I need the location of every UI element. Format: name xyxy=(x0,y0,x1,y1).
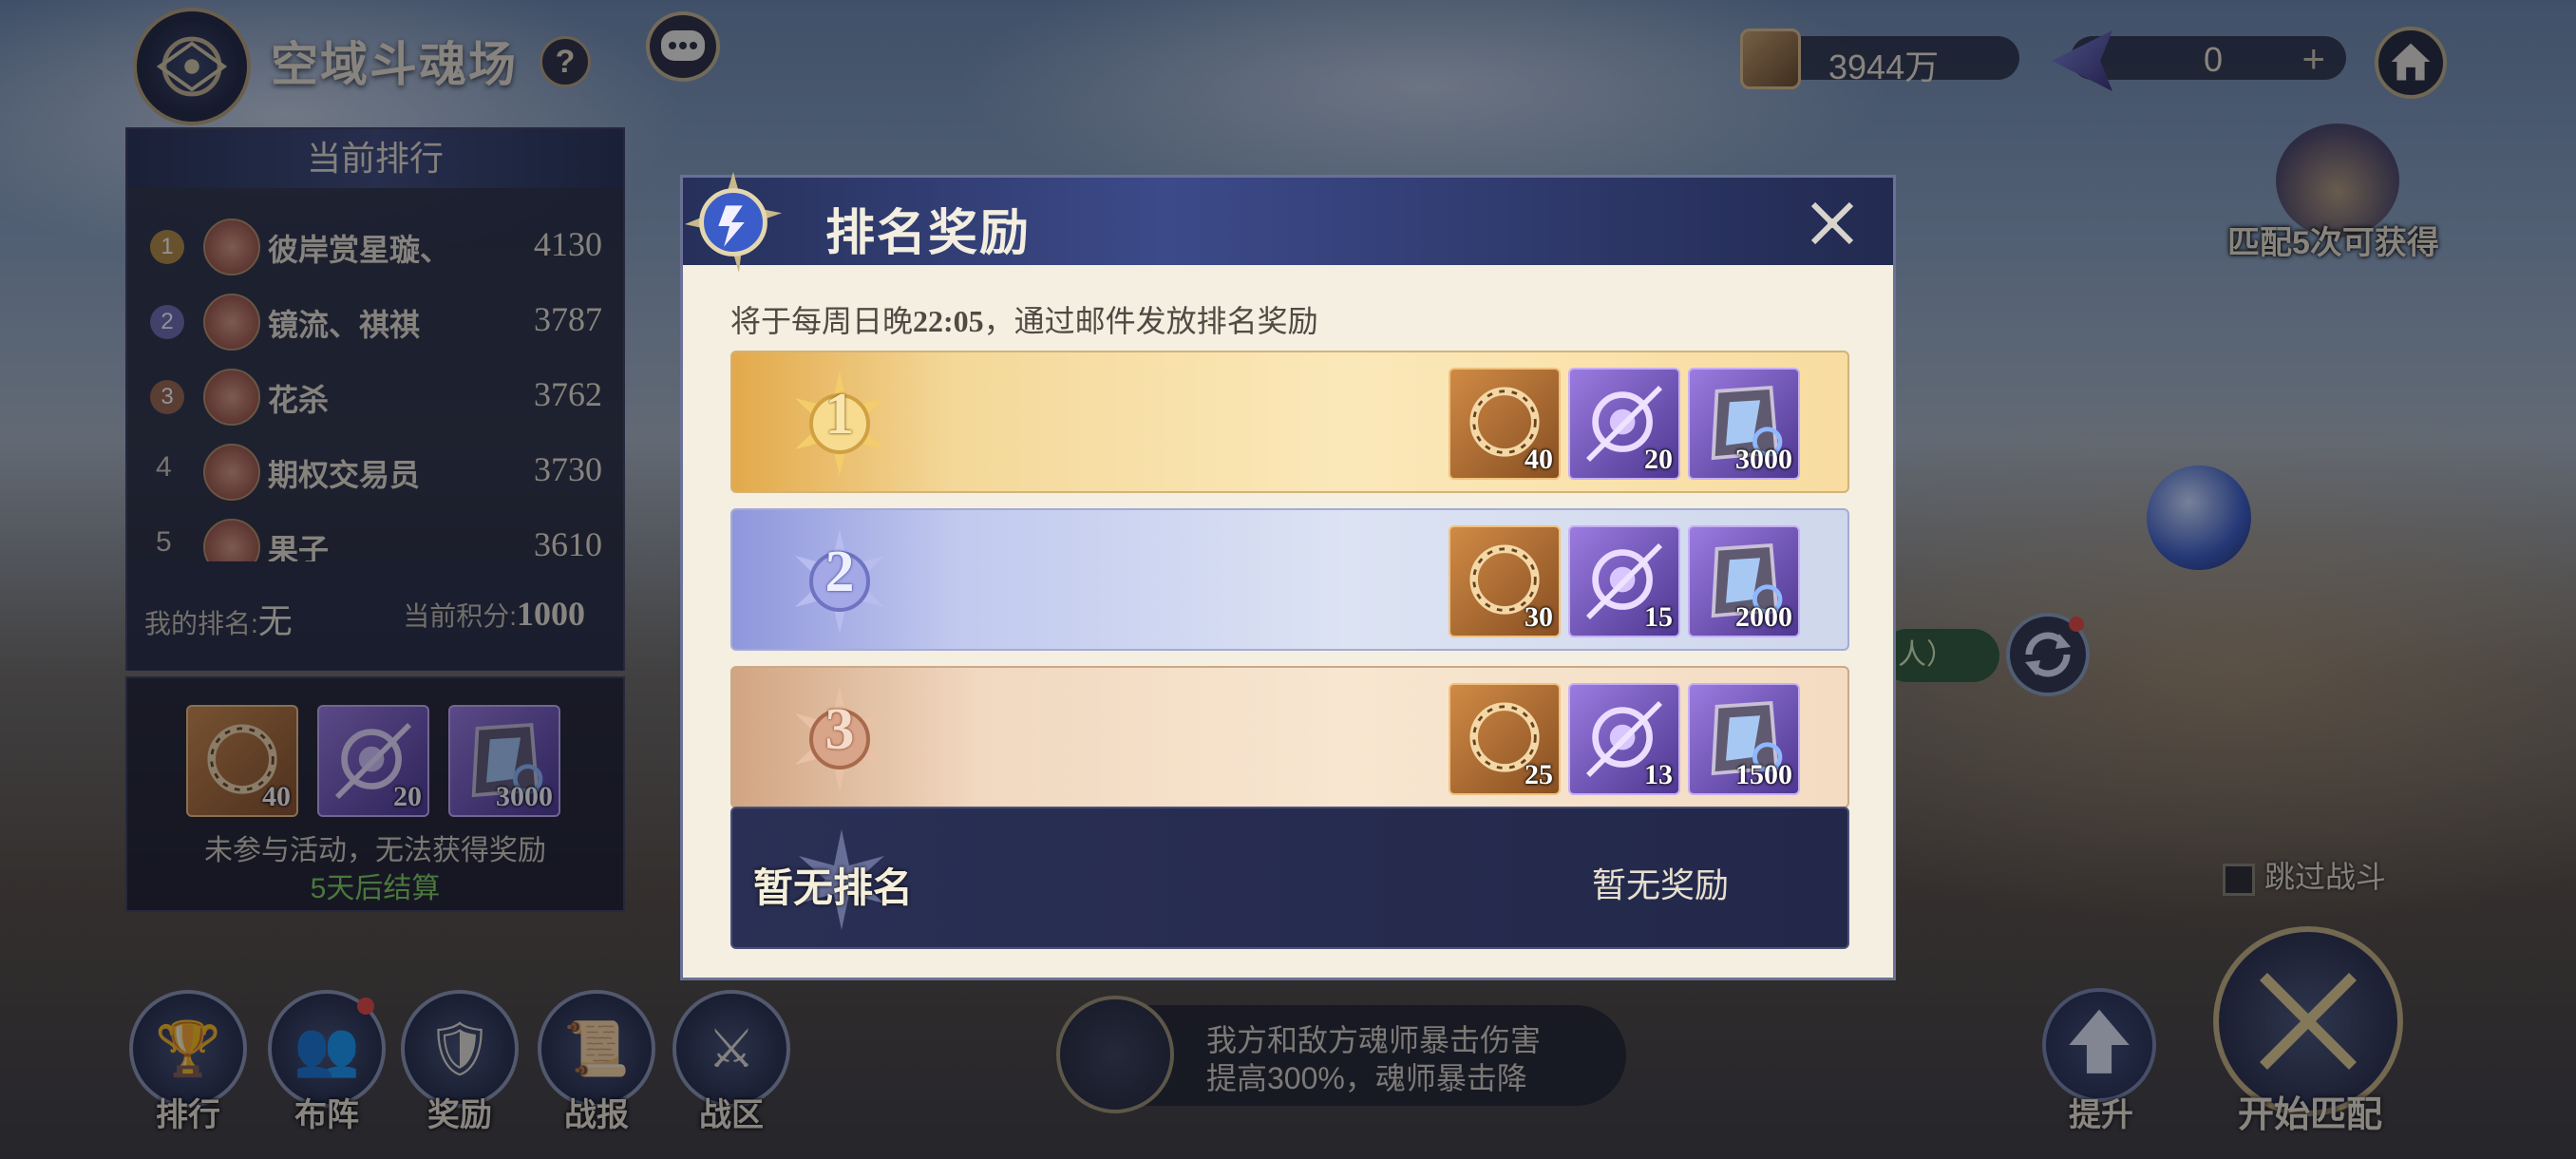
item-quantity: 13 xyxy=(1644,759,1673,790)
item-quantity: 40 xyxy=(1525,444,1553,475)
dialog-header: 排名奖励 xyxy=(683,171,1893,274)
close-button[interactable] xyxy=(1804,195,1861,252)
reward-item[interactable]: 1500 xyxy=(1688,683,1800,795)
dialog-title: 排名奖励 xyxy=(825,206,1032,261)
my-rank-status: 暂无排名 xyxy=(753,865,914,910)
reward-tier-row: 1 40 20 3000 xyxy=(730,351,1849,493)
reward-tier-row: 3 25 13 1500 xyxy=(730,666,1849,808)
rank-reward-dialog: 排名奖励 将于每周日晚22:05，通过邮件发放排名奖励 1 40 20 3000 xyxy=(680,171,1896,980)
reward-item[interactable]: 25 xyxy=(1449,683,1561,795)
reward-emblem-icon xyxy=(684,171,783,274)
item-quantity: 25 xyxy=(1525,759,1553,790)
item-quantity: 30 xyxy=(1525,601,1553,633)
reward-tier-row: 2 30 15 2000 xyxy=(730,508,1849,651)
item-quantity: 15 xyxy=(1644,601,1673,633)
tier-rank: 2 xyxy=(824,540,855,604)
item-quantity: 20 xyxy=(1644,444,1673,475)
item-quantity: 3000 xyxy=(1735,444,1792,475)
reward-item[interactable]: 2000 xyxy=(1688,525,1800,637)
distribution-notice: 将于每周日晚22:05，通过邮件发放排名奖励 xyxy=(730,304,1318,338)
my-rank-row: 暂无排名 暂无奖励 xyxy=(730,807,1849,949)
reward-item[interactable]: 13 xyxy=(1568,683,1680,795)
reward-item[interactable]: 3000 xyxy=(1688,368,1800,480)
item-quantity: 2000 xyxy=(1735,601,1792,633)
my-reward-status: 暂无奖励 xyxy=(1592,865,1730,904)
tier-rank: 3 xyxy=(824,697,855,762)
item-quantity: 1500 xyxy=(1735,759,1792,790)
reward-item[interactable]: 30 xyxy=(1449,525,1561,637)
reward-item[interactable]: 20 xyxy=(1568,368,1680,480)
reward-item[interactable]: 15 xyxy=(1568,525,1680,637)
tier-rank: 1 xyxy=(824,382,855,446)
reward-item[interactable]: 40 xyxy=(1449,368,1561,480)
